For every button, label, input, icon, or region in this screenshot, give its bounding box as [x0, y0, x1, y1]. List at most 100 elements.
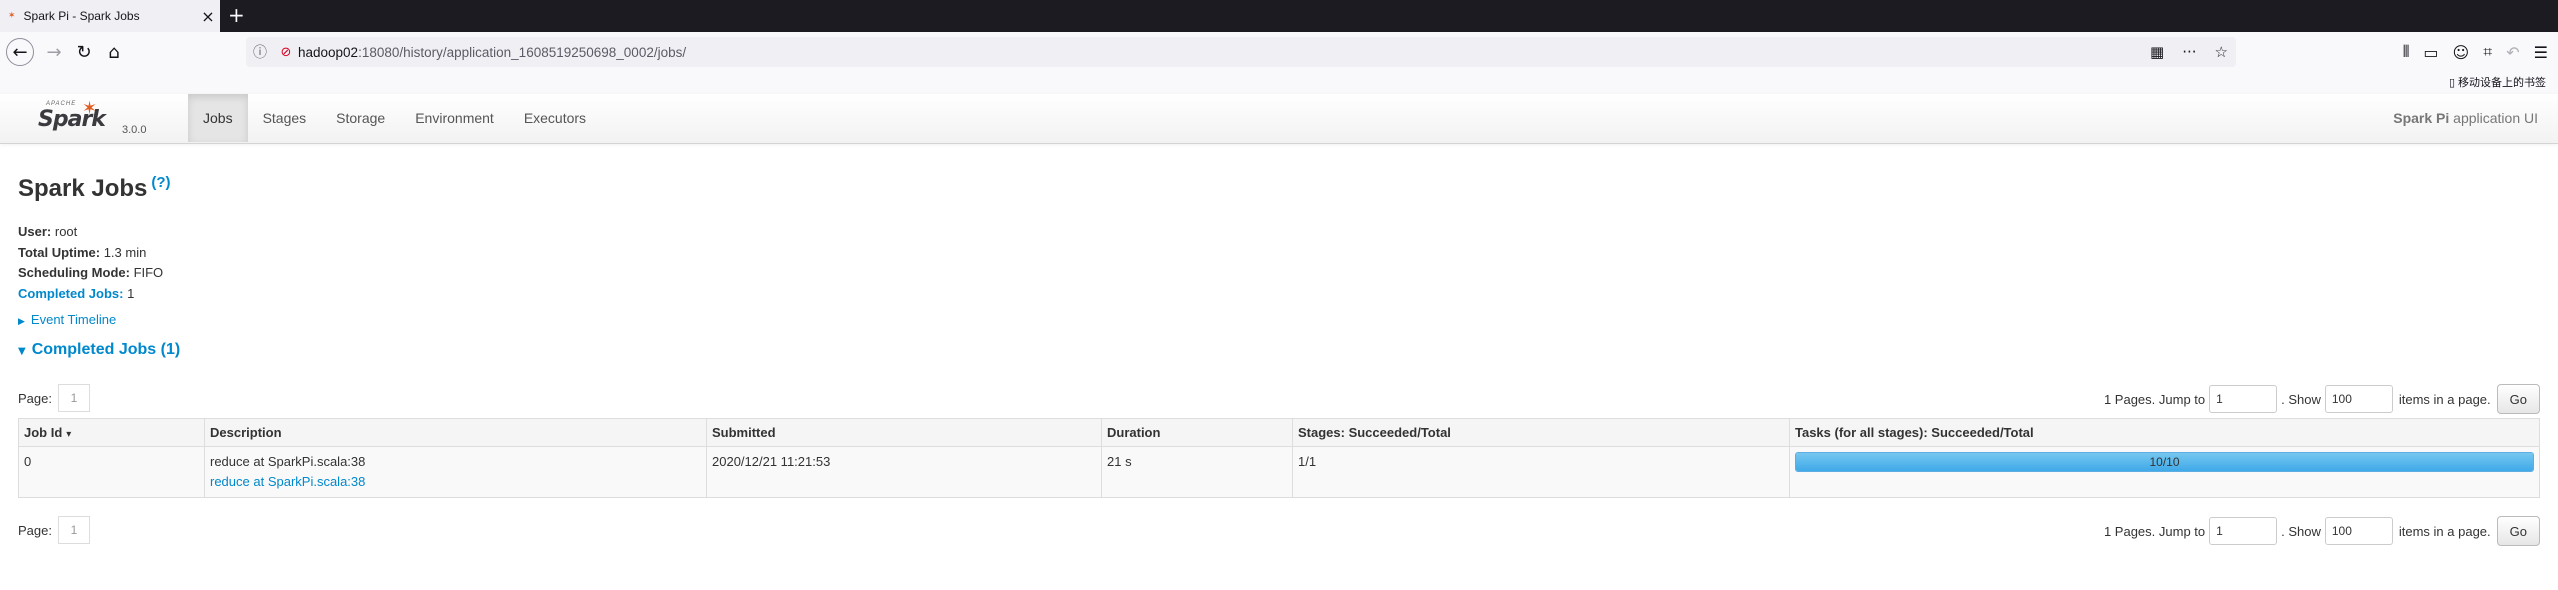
page-actions-icon[interactable]: ··· — [2182, 43, 2196, 61]
mobile-bookmarks-label: 移动设备上的书签 — [2458, 77, 2546, 89]
header-submitted[interactable]: Submitted — [706, 418, 1102, 447]
new-tab-icon[interactable]: + — [228, 0, 245, 32]
jump-page-input[interactable] — [2209, 385, 2278, 413]
spark-logo[interactable]: APACHE Spark ✶ 3.0.0 — [38, 98, 158, 138]
caret-down-icon: ▼ — [18, 346, 26, 357]
header-tasks[interactable]: Tasks (for all stages): Succeeded/Total — [1789, 418, 2540, 447]
show-label: . Show — [2281, 523, 2321, 539]
menu-icon[interactable]: ☰ — [2534, 43, 2548, 62]
url-path: :18080/history/application_1608519250698… — [358, 44, 687, 60]
reload-icon[interactable]: ↻ — [70, 38, 98, 66]
tab-jobs[interactable]: Jobs — [188, 94, 248, 142]
qr-code-icon[interactable]: ▦ — [2150, 43, 2164, 61]
user-value: root — [51, 224, 78, 239]
spark-tabs: Jobs Stages Storage Environment Executor… — [188, 94, 601, 144]
tab-stages[interactable]: Stages — [248, 94, 322, 142]
uptime-value: 1.3 min — [100, 244, 147, 260]
sidebar-icon[interactable]: ▭ — [2423, 43, 2438, 62]
account-icon[interactable]: ☺ — [2453, 43, 2470, 62]
cell-description: reduce at SparkPi.scala:38 reduce at Spa… — [204, 446, 707, 498]
cell-duration: 21 s — [1101, 446, 1293, 498]
items-label: items in a page. — [2398, 523, 2491, 539]
cell-tasks: 10/10 — [1789, 446, 2540, 498]
close-tab-icon[interactable]: × — [196, 7, 220, 26]
header-description[interactable]: Description — [204, 418, 707, 447]
page-number[interactable]: 1 — [58, 384, 90, 412]
job-summary: User: root Total Uptime: 1.3 min Schedul… — [18, 222, 163, 304]
table-header-row: Job Id ▾ Description Submitted Duration S… — [18, 418, 2540, 447]
uptime-label: Total Uptime: — [18, 244, 101, 260]
completed-jobs-link[interactable]: Completed Jobs: — [18, 286, 123, 301]
crop-screenshot-icon[interactable]: ⌗ — [2483, 42, 2492, 62]
undo-icon[interactable]: ↶ — [2506, 43, 2519, 62]
bookmarks-bar: ▯ 移动设备上的书签 — [0, 72, 2558, 94]
browser-tab-title: Spark Pi - Spark Jobs — [23, 9, 140, 23]
event-timeline-toggle[interactable]: ▶ Event Timeline — [18, 312, 116, 327]
go-button[interactable]: Go — [2496, 384, 2540, 414]
page-size-input[interactable] — [2324, 517, 2393, 545]
items-label: items in a page. — [2398, 391, 2491, 407]
header-job-id-label: Job Id — [24, 425, 63, 440]
tasks-progress-bar: 10/10 — [1795, 452, 2534, 472]
go-button[interactable]: Go — [2496, 516, 2540, 546]
page-label: Page: — [18, 391, 52, 406]
jump-page-input[interactable] — [2209, 517, 2278, 545]
header-job-id[interactable]: Job Id ▾ — [18, 418, 205, 447]
library-icon[interactable]: ⫴ — [2403, 42, 2410, 62]
page-size-input[interactable] — [2324, 385, 2393, 413]
scheduling-mode-label: Scheduling Mode: — [18, 265, 130, 280]
completed-jobs-table: Job Id ▾ Description Submitted Duration S… — [18, 418, 2540, 498]
page-title: Spark Jobs (?) — [18, 174, 171, 203]
show-label: . Show — [2281, 391, 2321, 407]
tab-environment[interactable]: Environment — [400, 94, 509, 142]
browser-tabstrip: ✶ Spark Pi - Spark Jobs × + — [0, 0, 2558, 32]
back-arrow-icon[interactable]: ← — [6, 38, 34, 66]
pager-bottom: Page: 1 1 Pages. Jump to . Show items in… — [18, 516, 2540, 546]
app-name: Spark Pi — [2393, 110, 2450, 126]
page-title-text: Spark Jobs — [18, 175, 148, 202]
browser-toolbar: ← → ↻ ⌂ ⓘ ⊘ hadoop02:18080/history/appli… — [0, 32, 2558, 72]
tab-executors[interactable]: Executors — [509, 94, 601, 142]
forward-arrow-icon[interactable]: → — [40, 38, 68, 66]
url-host: hadoop02 — [298, 44, 359, 60]
caret-right-icon: ▶ — [18, 317, 25, 327]
completed-jobs-value: 1 — [123, 285, 135, 301]
description-link[interactable]: reduce at SparkPi.scala:38 — [210, 472, 701, 492]
mobile-device-icon: ▯ — [2448, 75, 2455, 89]
summary-completed: Completed Jobs: 1 — [18, 284, 163, 305]
mobile-bookmarks[interactable]: ▯ 移动设备上的书签 — [2449, 74, 2546, 90]
app-title-suffix: application UI — [2449, 110, 2538, 126]
jump-label: 1 Pages. Jump to — [2103, 523, 2206, 539]
spark-version: 3.0.0 — [122, 124, 147, 136]
pager-top: Page: 1 1 Pages. Jump to . Show items in… — [18, 384, 2540, 414]
summary-uptime: Total Uptime: 1.3 min — [18, 243, 163, 264]
header-stages[interactable]: Stages: Succeeded/Total — [1292, 418, 1790, 447]
spark-favicon-icon: ✶ — [8, 11, 16, 21]
bookmark-star-icon[interactable]: ☆ — [2215, 43, 2228, 61]
help-link[interactable]: (?) — [151, 174, 170, 191]
jump-controls: 1 Pages. Jump to . Show items in a page.… — [2104, 384, 2540, 414]
summary-user: User: root — [18, 222, 163, 243]
completed-jobs-toggle[interactable]: ▼ Completed Jobs (1) — [18, 341, 180, 359]
url-bar[interactable]: ⓘ ⊘ hadoop02:18080/history/application_1… — [246, 37, 2236, 67]
table-row: 0 reduce at SparkPi.scala:38 reduce at S… — [18, 446, 2540, 498]
spark-navbar: APACHE Spark ✶ 3.0.0 Jobs Stages Storage… — [0, 94, 2558, 144]
page-number[interactable]: 1 — [58, 516, 90, 544]
insecure-lock-icon[interactable]: ⊘ — [274, 45, 298, 60]
jump-label: 1 Pages. Jump to — [2103, 391, 2206, 407]
cell-job-id: 0 — [18, 446, 205, 498]
summary-mode: Scheduling Mode: FIFO — [18, 263, 163, 284]
app-title: Spark Pi application UI — [2393, 94, 2538, 142]
user-label: User: — [18, 224, 52, 239]
tab-storage[interactable]: Storage — [321, 94, 400, 142]
browser-tab[interactable]: ✶ Spark Pi - Spark Jobs × — [0, 0, 220, 32]
header-duration[interactable]: Duration — [1101, 418, 1293, 447]
scheduling-mode-value: FIFO — [129, 265, 164, 280]
event-timeline-label: Event Timeline — [30, 312, 117, 327]
sort-desc-icon: ▾ — [66, 429, 72, 440]
jump-controls: 1 Pages. Jump to . Show items in a page.… — [2104, 516, 2540, 546]
home-icon[interactable]: ⌂ — [100, 38, 128, 66]
description-text: reduce at SparkPi.scala:38 — [210, 454, 366, 469]
site-info-icon[interactable]: ⓘ — [246, 42, 274, 62]
spark-star-icon: ✶ — [82, 98, 98, 119]
